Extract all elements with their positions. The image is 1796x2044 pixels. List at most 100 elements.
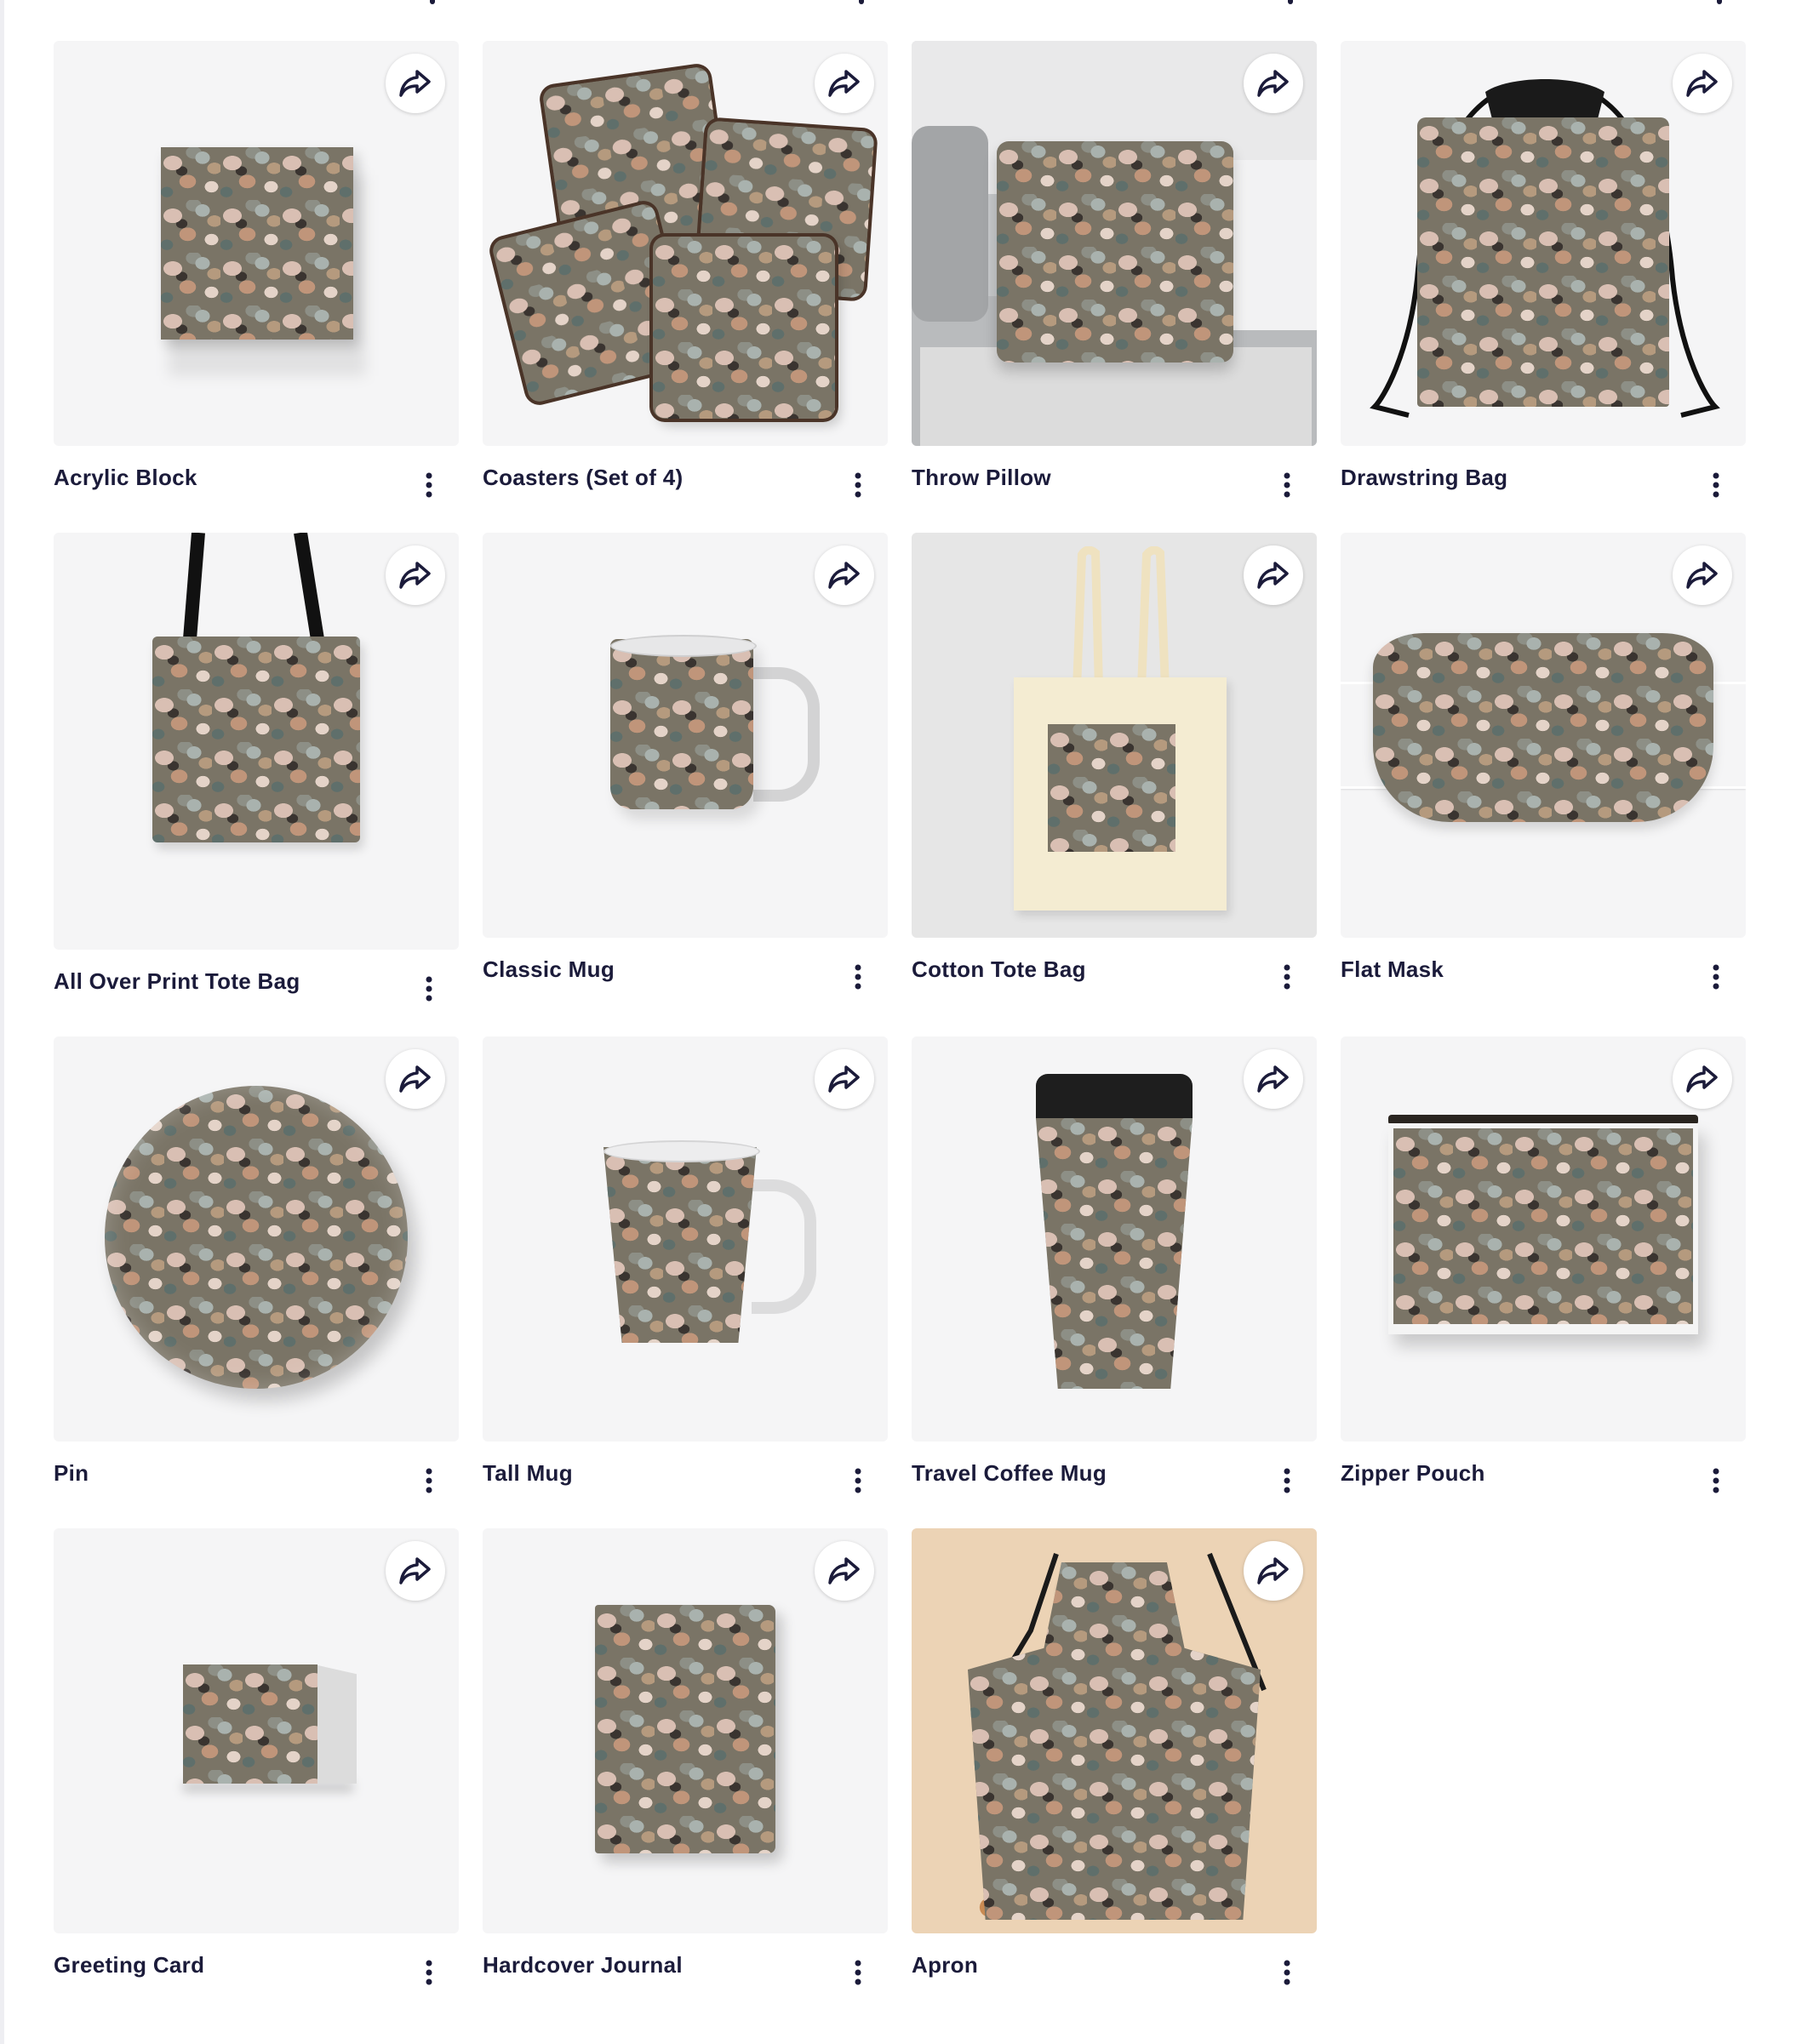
share-button[interactable] [815,545,874,605]
more-vertical-icon [1284,1468,1290,1493]
product-title[interactable]: Drawstring Bag [1341,465,1507,491]
product-title[interactable]: Coasters (Set of 4) [483,465,683,491]
share-icon [828,1557,860,1584]
product-title[interactable]: Throw Pillow [912,465,1051,491]
more-vertical-icon [426,472,432,498]
product-card[interactable]: Coasters (Set of 4) [483,41,888,533]
product-title[interactable]: Cotton Tote Bag [912,956,1086,983]
more-options-button[interactable] [1699,960,1733,994]
product-grid: Acrylic Block Coasters (Set of 4) Throw … [54,41,1746,2020]
product-image[interactable] [1341,41,1746,446]
product-card[interactable]: Travel Coffee Mug [912,1036,1317,1528]
product-title[interactable]: Greeting Card [54,1952,204,1978]
share-icon [1686,1065,1718,1093]
product-image[interactable] [1341,533,1746,938]
product-title[interactable]: Classic Mug [483,956,615,983]
share-button[interactable] [815,1049,874,1109]
product-image[interactable] [912,1036,1317,1442]
more-options-button[interactable] [1699,1464,1733,1498]
product-title[interactable]: All Over Print Tote Bag [54,968,300,995]
share-icon [1686,562,1718,589]
more-vertical-icon [1284,1960,1290,1985]
product-image[interactable] [54,533,459,950]
product-title[interactable]: Tall Mug [483,1460,573,1487]
more-options-button[interactable] [412,1956,446,1990]
share-icon [399,1557,431,1584]
share-button[interactable] [1673,1049,1732,1109]
product-card[interactable]: Acrylic Block [54,41,459,533]
product-card[interactable]: Apron [912,1528,1317,2020]
share-icon [1257,562,1289,589]
share-button[interactable] [386,545,445,605]
product-image[interactable] [483,1528,888,1933]
more-options-button[interactable] [1270,1464,1304,1498]
share-button[interactable] [1244,1541,1303,1601]
product-card[interactable]: Drawstring Bag [1341,41,1746,533]
more-vertical-icon [1284,964,1290,990]
share-icon [1257,70,1289,97]
product-card[interactable]: Classic Mug [483,533,888,1036]
more-options-button[interactable] [1270,1956,1304,1990]
share-button[interactable] [815,1541,874,1601]
more-vertical-icon [855,1960,861,1985]
product-title[interactable]: Hardcover Journal [483,1952,683,1978]
product-image[interactable] [912,41,1317,446]
share-icon [399,562,431,589]
product-card[interactable]: Flat Mask [1341,533,1746,1036]
share-button[interactable] [815,54,874,113]
more-vertical-icon [1713,472,1719,498]
previous-row-menu-dots [0,0,1796,7]
product-image[interactable] [483,41,888,446]
more-options-button[interactable] [1270,468,1304,502]
product-image[interactable] [912,1528,1317,1933]
share-button[interactable] [386,54,445,113]
more-options-button[interactable] [412,468,446,502]
share-button[interactable] [386,1541,445,1601]
product-card[interactable]: Greeting Card [54,1528,459,2020]
product-card[interactable]: Throw Pillow [912,41,1317,533]
share-button[interactable] [1244,54,1303,113]
product-image[interactable] [912,533,1317,938]
more-options-button[interactable] [841,468,875,502]
product-title[interactable]: Zipper Pouch [1341,1460,1485,1487]
product-image[interactable] [483,533,888,938]
share-icon [828,562,860,589]
more-options-button[interactable] [412,1464,446,1498]
product-card[interactable]: All Over Print Tote Bag [54,533,459,1036]
product-card[interactable]: Pin [54,1036,459,1528]
product-title[interactable]: Pin [54,1460,89,1487]
product-title[interactable]: Acrylic Block [54,465,197,491]
share-button[interactable] [1673,545,1732,605]
more-vertical-icon [1713,1468,1719,1493]
share-button[interactable] [386,1049,445,1109]
product-title[interactable]: Apron [912,1952,978,1978]
share-icon [399,70,431,97]
product-image[interactable] [54,41,459,446]
share-icon [1257,1557,1289,1584]
product-image[interactable] [54,1036,459,1442]
share-button[interactable] [1673,54,1732,113]
more-options-button[interactable] [1270,960,1304,994]
more-vertical-icon [1284,472,1290,498]
product-card[interactable]: Cotton Tote Bag [912,533,1317,1036]
share-icon [1257,1065,1289,1093]
share-button[interactable] [1244,545,1303,605]
more-options-button[interactable] [1699,468,1733,502]
more-options-button[interactable] [412,972,446,1006]
product-card[interactable]: Zipper Pouch [1341,1036,1746,1528]
more-vertical-icon [426,1468,432,1493]
product-image[interactable] [54,1528,459,1933]
more-options-button[interactable] [841,1464,875,1498]
product-image[interactable] [483,1036,888,1442]
share-button[interactable] [1244,1049,1303,1109]
more-options-button[interactable] [841,1956,875,1990]
product-title[interactable]: Travel Coffee Mug [912,1460,1107,1487]
product-card[interactable]: Tall Mug [483,1036,888,1528]
share-icon [399,1065,431,1093]
product-title[interactable]: Flat Mask [1341,956,1444,983]
more-vertical-icon [426,1960,432,1985]
product-image[interactable] [1341,1036,1746,1442]
share-icon [1686,70,1718,97]
more-options-button[interactable] [841,960,875,994]
product-card[interactable]: Hardcover Journal [483,1528,888,2020]
